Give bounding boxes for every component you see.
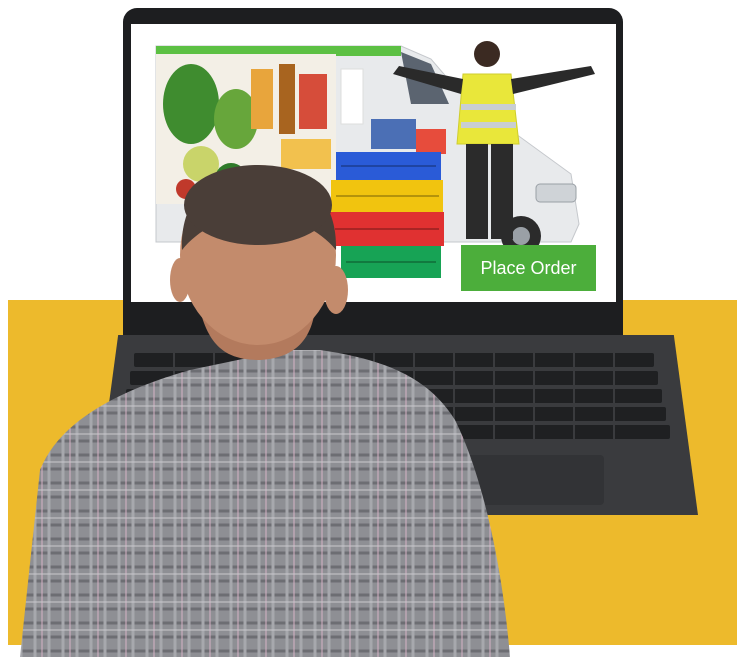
illustration-scene: Place Order [0, 0, 737, 657]
man-from-behind-image [20, 165, 510, 657]
